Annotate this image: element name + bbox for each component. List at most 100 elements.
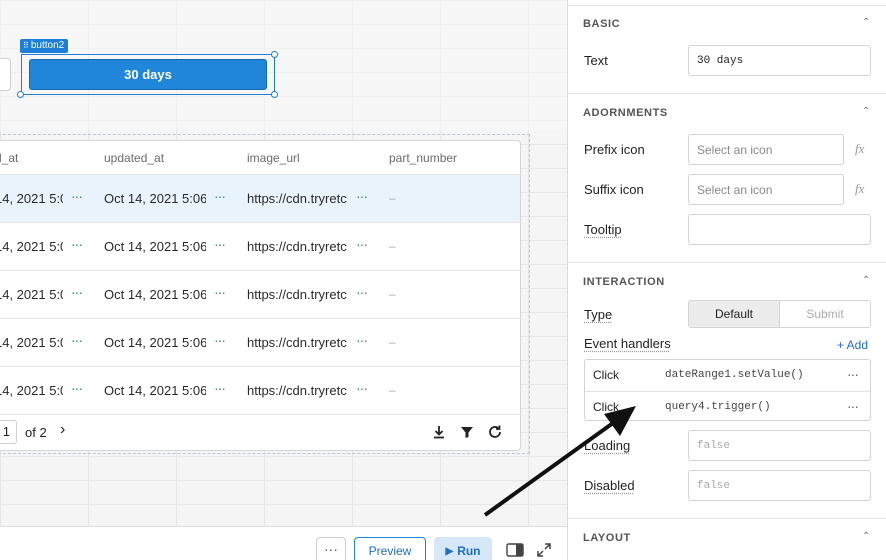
loading-value: false [697,439,731,452]
table-row[interactable]: 14, 2021 5:06 ··· Oct 14, 2021 5:06 ··· … [0,319,520,367]
text-input[interactable]: 30 days [688,45,871,76]
handler-event: Click [593,400,619,414]
cell-image-url: https://cdn.tryretc [247,383,347,398]
cell-menu-icon[interactable]: ··· [71,380,83,396]
collapse-caret-icon[interactable]: ⌃ [862,17,870,28]
section-title-basic[interactable]: BASIC [583,18,620,30]
cell-image-url: https://cdn.tryretc [247,335,347,350]
cell-menu-icon[interactable]: ··· [214,284,226,300]
refresh-icon[interactable] [487,424,503,440]
preview-button[interactable]: Preview [354,537,426,560]
cell-created-at: 14, 2021 5:06 [0,239,63,254]
thirty-days-button[interactable]: 30 days [29,59,267,90]
run-label: Run [457,544,481,558]
cell-menu-icon[interactable]: ··· [214,380,226,396]
drag-grip-icon[interactable]: ⠿ [23,39,29,53]
filter-icon[interactable] [459,424,475,440]
resize-handle[interactable] [271,91,278,98]
suffix-icon-label: Suffix icon [584,182,644,197]
data-table: d_at updated_at image_url part_number 14… [0,140,521,451]
event-handler-row[interactable]: Click dateRange1.setValue() ··· [585,360,870,391]
more-options-button[interactable]: ··· [316,537,346,560]
selection-tag[interactable]: ⠿ button2 [20,39,69,53]
inspector-panel: BASIC ⌃ Text 30 days ADORNMENTS ⌃ Prefix… [567,0,886,560]
cell-part-number: – [389,239,396,253]
event-handler-row[interactable]: Click query4.trigger() ··· [585,391,870,422]
type-option-default[interactable]: Default [689,301,779,327]
app-canvas: ⠿ button2 30 days d_at updated_at image_… [0,0,567,560]
text-value: 30 days [697,54,744,67]
cell-menu-icon[interactable]: ··· [71,236,83,252]
column-header[interactable]: part_number [389,151,457,165]
tooltip-input[interactable] [688,214,871,245]
page-count: of 2 [25,425,47,440]
loading-input[interactable]: false [688,430,871,461]
column-header[interactable]: updated_at [104,151,164,165]
collapse-caret-icon[interactable]: ⌃ [862,106,870,117]
section-divider [568,93,886,94]
prefix-icon-select[interactable]: Select an icon [688,134,844,165]
cell-menu-icon[interactable]: ··· [214,332,226,348]
cell-created-at: 14, 2021 5:06 [0,191,63,206]
bottom-toolbar: ··· Preview ▶ Run [0,526,567,560]
cell-part-number: – [389,191,396,205]
cell-updated-at: Oct 14, 2021 5:06 [104,191,206,206]
collapse-caret-icon[interactable]: ⌃ [862,531,870,542]
cell-menu-icon[interactable]: ··· [356,188,368,204]
section-title-adornments[interactable]: ADORNMENTS [583,107,668,119]
cell-updated-at: Oct 14, 2021 5:06 [104,335,206,350]
column-header[interactable]: image_url [247,151,300,165]
cell-menu-icon[interactable]: ··· [71,284,83,300]
column-header[interactable]: d_at [0,151,18,165]
cell-image-url: https://cdn.tryretc [247,287,347,302]
resize-handle[interactable] [271,51,278,58]
add-handler-link[interactable]: + Add [837,338,868,352]
cell-image-url: https://cdn.tryretc [247,239,347,254]
loading-label: Loading [584,438,631,453]
cell-menu-icon[interactable]: ··· [214,236,226,252]
disabled-input[interactable]: false [688,470,871,501]
run-button[interactable]: ▶ Run [434,537,492,560]
download-icon[interactable] [431,424,447,440]
cell-menu-icon[interactable]: ··· [71,188,83,204]
cell-menu-icon[interactable]: ··· [214,188,226,204]
table-row[interactable]: 14, 2021 5:06 ··· Oct 14, 2021 5:06 ··· … [0,367,520,415]
resize-handle[interactable] [17,91,24,98]
handler-menu-icon[interactable]: ··· [847,398,859,414]
table-footer: 1 of 2 › [0,415,520,450]
cell-menu-icon[interactable]: ··· [356,380,368,396]
cell-updated-at: Oct 14, 2021 5:06 [104,287,206,302]
table-header: d_at updated_at image_url part_number [0,141,520,175]
section-title-interaction[interactable]: INTERACTION [583,276,665,288]
next-page-icon[interactable]: › [60,421,65,439]
cell-menu-icon[interactable]: ··· [71,332,83,348]
suffix-icon-select[interactable]: Select an icon [688,174,844,205]
table-row[interactable]: 14, 2021 5:06 ··· Oct 14, 2021 5:06 ··· … [0,175,520,223]
prefix-icon-placeholder: Select an icon [697,142,773,157]
cell-menu-icon[interactable]: ··· [356,236,368,252]
table-row[interactable]: 14, 2021 5:06 ··· Oct 14, 2021 5:06 ··· … [0,223,520,271]
type-option-submit[interactable]: Submit [779,301,870,327]
selection-tag-label: button2 [30,40,65,51]
tooltip-label: Tooltip [584,222,622,237]
handler-menu-icon[interactable]: ··· [847,366,859,382]
section-title-layout[interactable]: LAYOUT [583,532,631,544]
disabled-value: false [697,479,731,492]
collapse-caret-icon[interactable]: ⌃ [862,275,870,286]
fx-icon[interactable]: fx [855,181,864,197]
preview-label: Preview [368,544,412,558]
handler-action: dateRange1.setValue() [665,369,804,381]
date-range-input[interactable] [0,58,11,91]
cell-menu-icon[interactable]: ··· [356,284,368,300]
play-icon: ▶ [445,545,454,557]
page-number-input[interactable]: 1 [0,420,17,444]
fullscreen-icon[interactable] [537,543,551,557]
panel-layout-icon[interactable] [506,543,524,557]
section-divider [568,5,886,6]
cell-updated-at: Oct 14, 2021 5:06 [104,239,206,254]
cell-menu-icon[interactable]: ··· [356,332,368,348]
fx-icon[interactable]: fx [855,141,864,157]
type-segmented-control: Default Submit [688,300,871,328]
table-row[interactable]: 14, 2021 5:06 ··· Oct 14, 2021 5:06 ··· … [0,271,520,319]
cell-created-at: 14, 2021 5:06 [0,383,63,398]
